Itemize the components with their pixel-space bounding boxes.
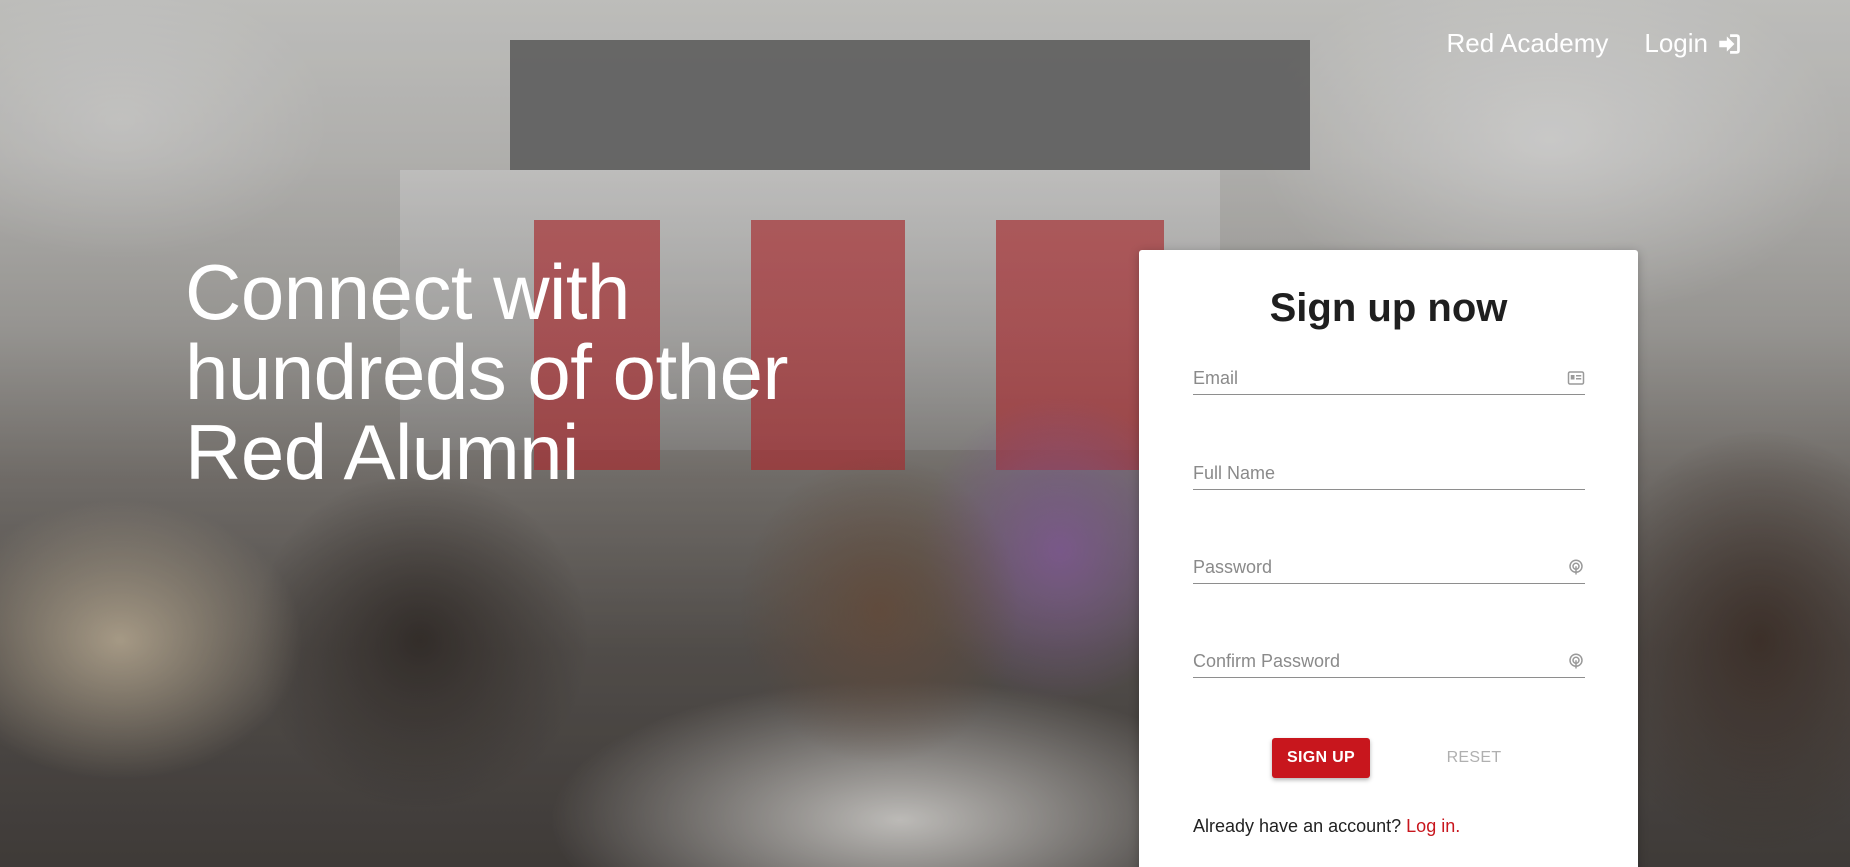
login-prompt-text: Already have an account? [1193,816,1402,836]
signup-title: Sign up now [1269,286,1508,330]
confirm-password-input[interactable] [1193,638,1585,677]
login-link[interactable]: Log in. [1406,816,1460,836]
sign-in-icon [1719,33,1740,54]
signup-button[interactable]: SIGN UP [1272,738,1370,778]
confirm-password-field-wrapper [1193,638,1585,678]
fingerprint-icon [1569,653,1583,669]
nav-brand-link[interactable]: Red Academy [1447,28,1609,59]
hero-line-3: Red Alumni [185,408,579,496]
login-prompt: Already have an account? Log in. [1193,816,1460,837]
fingerprint-icon [1569,559,1583,575]
hero-line-2: hundreds of other [185,328,788,416]
email-field-wrapper [1193,355,1585,395]
fullname-field-wrapper [1193,450,1585,490]
nav-login-link[interactable]: Login [1644,28,1742,59]
password-input[interactable] [1193,544,1585,583]
signup-card: Sign up now SIGN UP RESET Already have [1139,250,1638,867]
nav-login-label: Login [1644,28,1708,58]
password-field-wrapper [1193,544,1585,584]
email-input[interactable] [1193,355,1585,394]
hero-line-1: Connect with [185,248,630,336]
id-card-icon [1567,371,1585,385]
fullname-input[interactable] [1193,450,1585,489]
top-nav: Red Academy Login [1447,28,1743,59]
reset-button[interactable]: RESET [1429,738,1519,778]
hero-heading: Connect with hundreds of other Red Alumn… [185,252,845,492]
